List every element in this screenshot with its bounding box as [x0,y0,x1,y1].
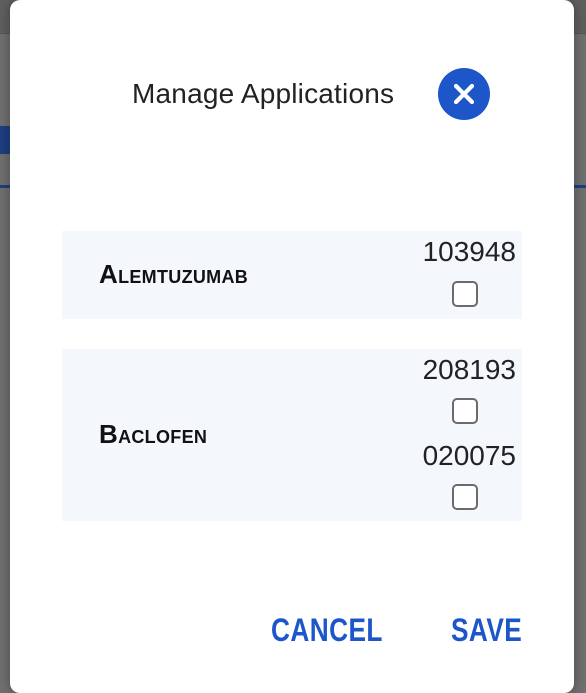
application-number: 020075 [422,440,516,471]
drug-name: Baclofen [99,419,208,449]
application-entry: 208193 [396,354,516,386]
application-checkbox-208193[interactable] [452,398,478,424]
background-logo-fragment [0,126,10,154]
close-icon [453,83,475,105]
close-button[interactable] [438,68,490,120]
dialog-header: Manage Applications [10,68,574,120]
application-entry: 103948 [396,236,516,268]
drug-card-baclofen: Baclofen 208193 020075 [62,349,522,521]
dialog-title: Manage Applications [132,78,395,109]
application-entry: 020075 [396,440,516,472]
application-number: 208193 [422,354,516,385]
cancel-button[interactable]: CANCEL [271,612,383,649]
application-checkbox-103948[interactable] [452,281,478,307]
drug-name: Alemtuzumab [99,259,249,289]
manage-applications-dialog: Manage Applications Alemtuzumab 103948 B… [10,0,574,693]
drug-card-alemtuzumab: Alemtuzumab 103948 [62,231,522,319]
application-checkbox-020075[interactable] [452,484,478,510]
save-button[interactable]: SAVE [451,612,522,649]
application-number: 103948 [422,236,516,267]
